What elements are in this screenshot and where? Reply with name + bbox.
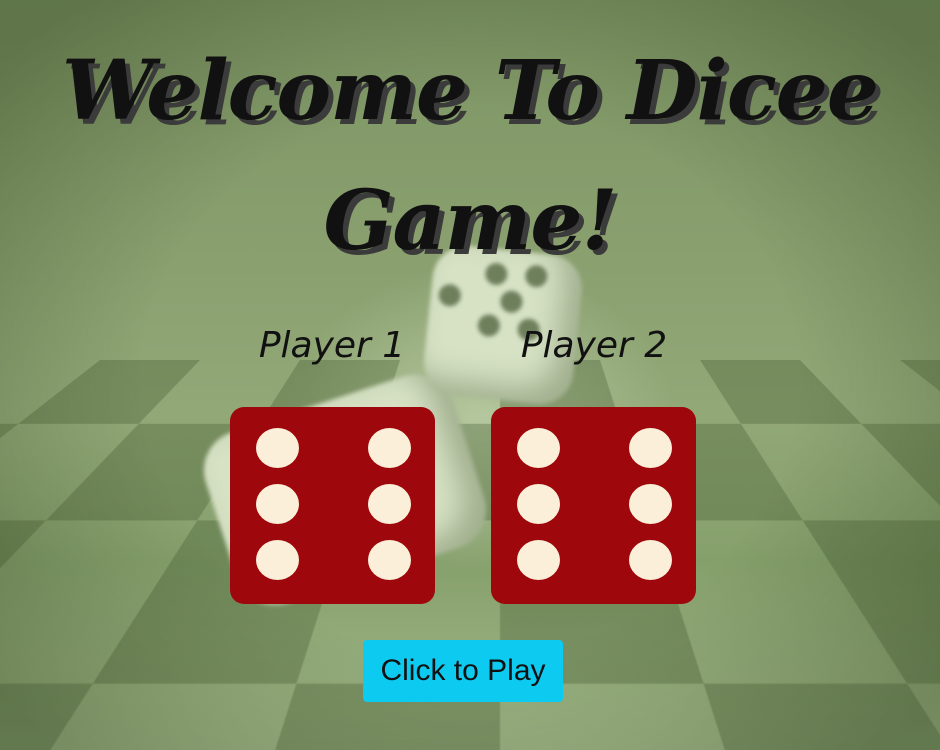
player-1-die bbox=[230, 407, 435, 604]
die-pip bbox=[368, 484, 411, 524]
player-2-die bbox=[491, 407, 696, 604]
page-title: Welcome To Dicee Game! bbox=[0, 26, 940, 286]
die-pip bbox=[256, 484, 299, 524]
die-pip bbox=[256, 540, 299, 580]
die-pip bbox=[517, 540, 560, 580]
title-line-2: Game! bbox=[323, 173, 617, 269]
die-pip bbox=[368, 540, 411, 580]
die-pip bbox=[629, 484, 672, 524]
die-pip bbox=[256, 428, 299, 468]
player-2-label: Player 2 bbox=[520, 325, 668, 366]
die-pip bbox=[517, 428, 560, 468]
die-pip bbox=[629, 540, 672, 580]
die-pip bbox=[368, 428, 411, 468]
die-pip bbox=[629, 428, 672, 468]
play-button[interactable]: Click to Play bbox=[363, 640, 563, 702]
player-1-label: Player 1 bbox=[258, 325, 406, 366]
title-line-1: Welcome To Dicee bbox=[61, 43, 879, 139]
die-pip bbox=[517, 484, 560, 524]
